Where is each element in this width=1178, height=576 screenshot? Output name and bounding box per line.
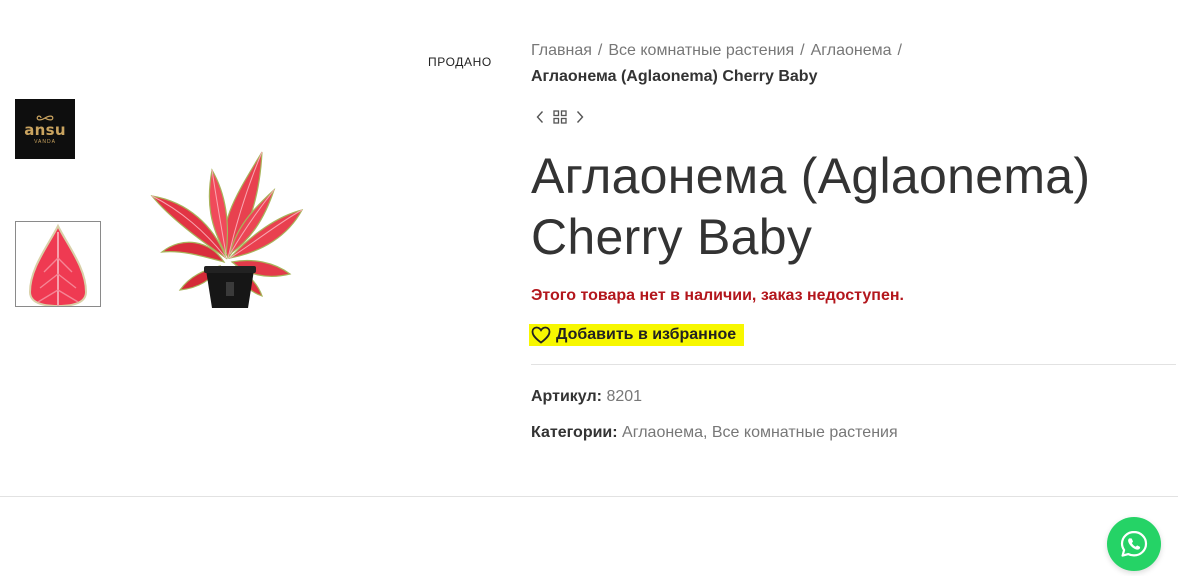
- product-page: ansu VANDA ПРОДАНО Главная / Все комнатн…: [0, 0, 1178, 576]
- sku-value: 8201: [606, 388, 643, 405]
- logo-subtitle: VANDA: [34, 138, 56, 145]
- out-of-stock-notice: Этого товара нет в наличии, заказ недост…: [531, 287, 904, 304]
- heart-icon: [531, 326, 551, 344]
- chevron-right-icon[interactable]: [575, 110, 585, 124]
- wishlist-label: Добавить в избранное: [556, 326, 737, 343]
- breadcrumb-separator: /: [800, 42, 805, 59]
- product-title: Аглаонема (Aglaonema) Cherry Baby: [531, 148, 1091, 265]
- category-separator: ,: [702, 424, 708, 441]
- breadcrumb-current: Аглаонема (Aglaonema) Cherry Baby: [531, 68, 818, 85]
- product-navigation: [535, 108, 585, 126]
- section-divider: [0, 496, 1178, 497]
- breadcrumb-all-plants[interactable]: Все комнатные растения: [608, 42, 794, 59]
- divider: [531, 364, 1176, 365]
- whatsapp-chat-button[interactable]: [1107, 517, 1161, 571]
- breadcrumb-home[interactable]: Главная: [531, 42, 592, 59]
- category-link-all-plants[interactable]: Все комнатные растения: [712, 424, 898, 441]
- category-link-aglaonema[interactable]: Аглаонема: [622, 424, 703, 441]
- thumbnail-logo[interactable]: ansu VANDA: [15, 99, 75, 159]
- logo-brand-text: ansu: [24, 120, 66, 139]
- thumbnail-leaf[interactable]: [15, 221, 101, 307]
- add-to-wishlist-button[interactable]: Добавить в избранное: [529, 324, 745, 346]
- product-categories: Категории: Аглаонема, Все комнатные раст…: [531, 424, 898, 442]
- categories-label: Категории:: [531, 424, 618, 441]
- whatsapp-icon: [1118, 528, 1150, 560]
- sku-label: Артикул:: [531, 388, 602, 405]
- sold-badge: ПРОДАНО: [428, 55, 492, 69]
- product-sku: Артикул: 8201: [531, 388, 642, 406]
- grid-icon[interactable]: [553, 110, 567, 124]
- leaf-image: [28, 223, 88, 306]
- breadcrumb: Главная / Все комнатные растения / Аглаонема…: [531, 38, 971, 90]
- breadcrumb-separator: /: [897, 42, 902, 59]
- product-main-image[interactable]: [140, 140, 320, 315]
- chevron-left-icon[interactable]: [535, 110, 545, 124]
- plant-image: [150, 151, 304, 308]
- breadcrumb-separator: /: [597, 42, 603, 59]
- breadcrumb-genus[interactable]: Аглаонема: [811, 42, 892, 59]
